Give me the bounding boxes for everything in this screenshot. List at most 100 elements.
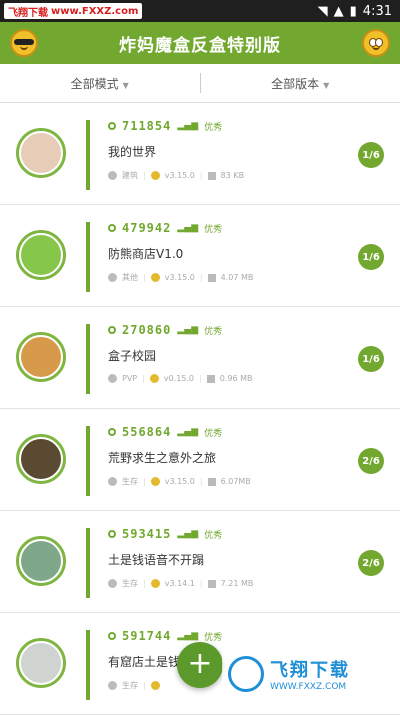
version-filter[interactable]: 全部版本 ▼	[201, 75, 400, 92]
mode-filter[interactable]: 全部模式 ▼	[0, 75, 200, 92]
version-icon	[151, 171, 160, 180]
avatar	[16, 434, 66, 484]
item-title: 有窟店土是钱	[108, 653, 180, 670]
clock-icon	[108, 530, 116, 538]
version-icon	[151, 681, 160, 690]
app-header: 炸妈魔盒反盒特别版	[0, 22, 400, 64]
signal-bars-icon: ▂▄▆	[177, 121, 198, 131]
list-item[interactable]: 556864 ▂▄▆ 优秀 荒野求生之意外之旅 生存 | v3.15.0 | 6…	[0, 409, 400, 511]
page-title: 炸妈魔盒反盒特别版	[119, 31, 281, 56]
watermark-url: WWW.FXXZ.COM	[270, 682, 350, 692]
signal-bars-icon: ▂▄▆	[177, 325, 198, 335]
version-label: v3.15.0	[165, 273, 195, 282]
quality-label: 优秀	[204, 324, 222, 337]
type-label: 生存	[122, 476, 138, 487]
quality-label: 优秀	[204, 120, 222, 133]
smile-face-icon[interactable]	[362, 29, 390, 57]
accent-bar	[86, 630, 90, 700]
type-label: 建筑	[122, 170, 138, 181]
item-meta-bottom: 建筑 | v3.15.0 | 83 KB	[108, 170, 244, 181]
signal-icon: ▲	[334, 4, 344, 19]
ratio-badge: 2/6	[358, 550, 384, 576]
version-icon	[150, 374, 159, 383]
watermark-bottom: 飞翔下载 WWW.FXXZ.COM	[222, 649, 392, 699]
size-label: 0.96 MB	[220, 374, 253, 383]
sunglasses-face-icon[interactable]	[10, 29, 38, 57]
clock-icon	[108, 224, 116, 232]
chevron-down-icon: ▼	[323, 81, 329, 90]
watermark-text-block: 飞翔下载 WWW.FXXZ.COM	[270, 656, 350, 692]
mode-filter-label: 全部模式	[71, 77, 119, 91]
watermark-top: 飞翔下载 www.FXXZ.com	[4, 3, 142, 19]
type-icon	[108, 681, 117, 690]
quality-label: 优秀	[204, 630, 222, 643]
wifi-icon: ◥	[318, 4, 328, 19]
type-icon	[108, 374, 117, 383]
item-meta-top: 711854 ▂▄▆ 优秀	[108, 119, 222, 133]
item-meta-bottom: 其他 | v3.15.0 | 4.07 MB	[108, 272, 253, 283]
filter-bar: 全部模式 ▼ 全部版本 ▼	[0, 64, 400, 103]
item-meta-bottom: PVP | v0.15.0 | 0.96 MB	[108, 374, 252, 383]
accent-bar	[86, 528, 90, 598]
item-title: 荒野求生之意外之旅	[108, 449, 216, 466]
version-icon	[151, 273, 160, 282]
item-title: 盒子校园	[108, 347, 156, 364]
ratio-badge: 2/6	[358, 448, 384, 474]
map-list: 711854 ▂▄▆ 优秀 我的世界 建筑 | v3.15.0 | 83 KB …	[0, 103, 400, 715]
type-icon	[108, 273, 117, 282]
type-icon	[108, 477, 117, 486]
list-item[interactable]: 270860 ▂▄▆ 优秀 盒子校园 PVP | v0.15.0 | 0.96 …	[0, 307, 400, 409]
ratio-badge: 1/6	[358, 142, 384, 168]
play-count: 591744	[122, 629, 171, 643]
file-size-icon	[208, 274, 216, 282]
play-count: 556864	[122, 425, 171, 439]
watermark-logo	[228, 656, 264, 692]
type-icon	[108, 171, 117, 180]
play-count: 270860	[122, 323, 171, 337]
item-title: 我的世界	[108, 143, 156, 160]
size-label: 4.07 MB	[221, 273, 254, 282]
version-label: v0.15.0	[164, 374, 194, 383]
type-icon	[108, 579, 117, 588]
accent-bar	[86, 222, 90, 292]
type-label: PVP	[122, 374, 137, 383]
signal-bars-icon: ▂▄▆	[177, 529, 198, 539]
quality-label: 优秀	[204, 528, 222, 541]
add-button[interactable]: +	[177, 642, 223, 688]
play-count: 593415	[122, 527, 171, 541]
version-label: v3.15.0	[165, 171, 195, 180]
chevron-down-icon: ▼	[123, 81, 129, 90]
avatar	[16, 638, 66, 688]
clock-icon	[108, 122, 116, 130]
quality-label: 优秀	[204, 426, 222, 439]
version-label: v3.14.1	[165, 579, 195, 588]
clock-icon	[108, 632, 116, 640]
file-size-icon	[207, 375, 215, 383]
version-label: v3.15.0	[165, 477, 195, 486]
watermark-text: 飞翔下载	[270, 656, 350, 682]
list-item[interactable]: 479942 ▂▄▆ 优秀 防熊商店V1.0 其他 | v3.15.0 | 4.…	[0, 205, 400, 307]
accent-bar	[86, 324, 90, 394]
size-label: 6.07MB	[221, 477, 251, 486]
clock-icon	[108, 428, 116, 436]
quality-label: 优秀	[204, 222, 222, 235]
file-size-icon	[208, 478, 216, 486]
item-meta-top: 270860 ▂▄▆ 优秀	[108, 323, 222, 337]
file-size-icon	[208, 172, 216, 180]
item-meta-bottom: 生存 |	[108, 680, 160, 691]
play-count: 711854	[122, 119, 171, 133]
signal-bars-icon: ▂▄▆	[177, 223, 198, 233]
list-item[interactable]: 711854 ▂▄▆ 优秀 我的世界 建筑 | v3.15.0 | 83 KB …	[0, 103, 400, 205]
item-meta-top: 591744 ▂▄▆ 优秀	[108, 629, 222, 643]
signal-bars-icon: ▂▄▆	[177, 631, 198, 641]
item-meta-top: 593415 ▂▄▆ 优秀	[108, 527, 222, 541]
type-label: 生存	[122, 578, 138, 589]
avatar	[16, 332, 66, 382]
item-meta-bottom: 生存 | v3.15.0 | 6.07MB	[108, 476, 251, 487]
size-label: 83 KB	[221, 171, 244, 180]
list-item[interactable]: 593415 ▂▄▆ 优秀 土是钱语音不开蹋 生存 | v3.14.1 | 7.…	[0, 511, 400, 613]
battery-icon: ▮	[350, 4, 357, 19]
type-label: 其他	[122, 272, 138, 283]
version-filter-label: 全部版本	[271, 77, 319, 91]
file-size-icon	[208, 580, 216, 588]
